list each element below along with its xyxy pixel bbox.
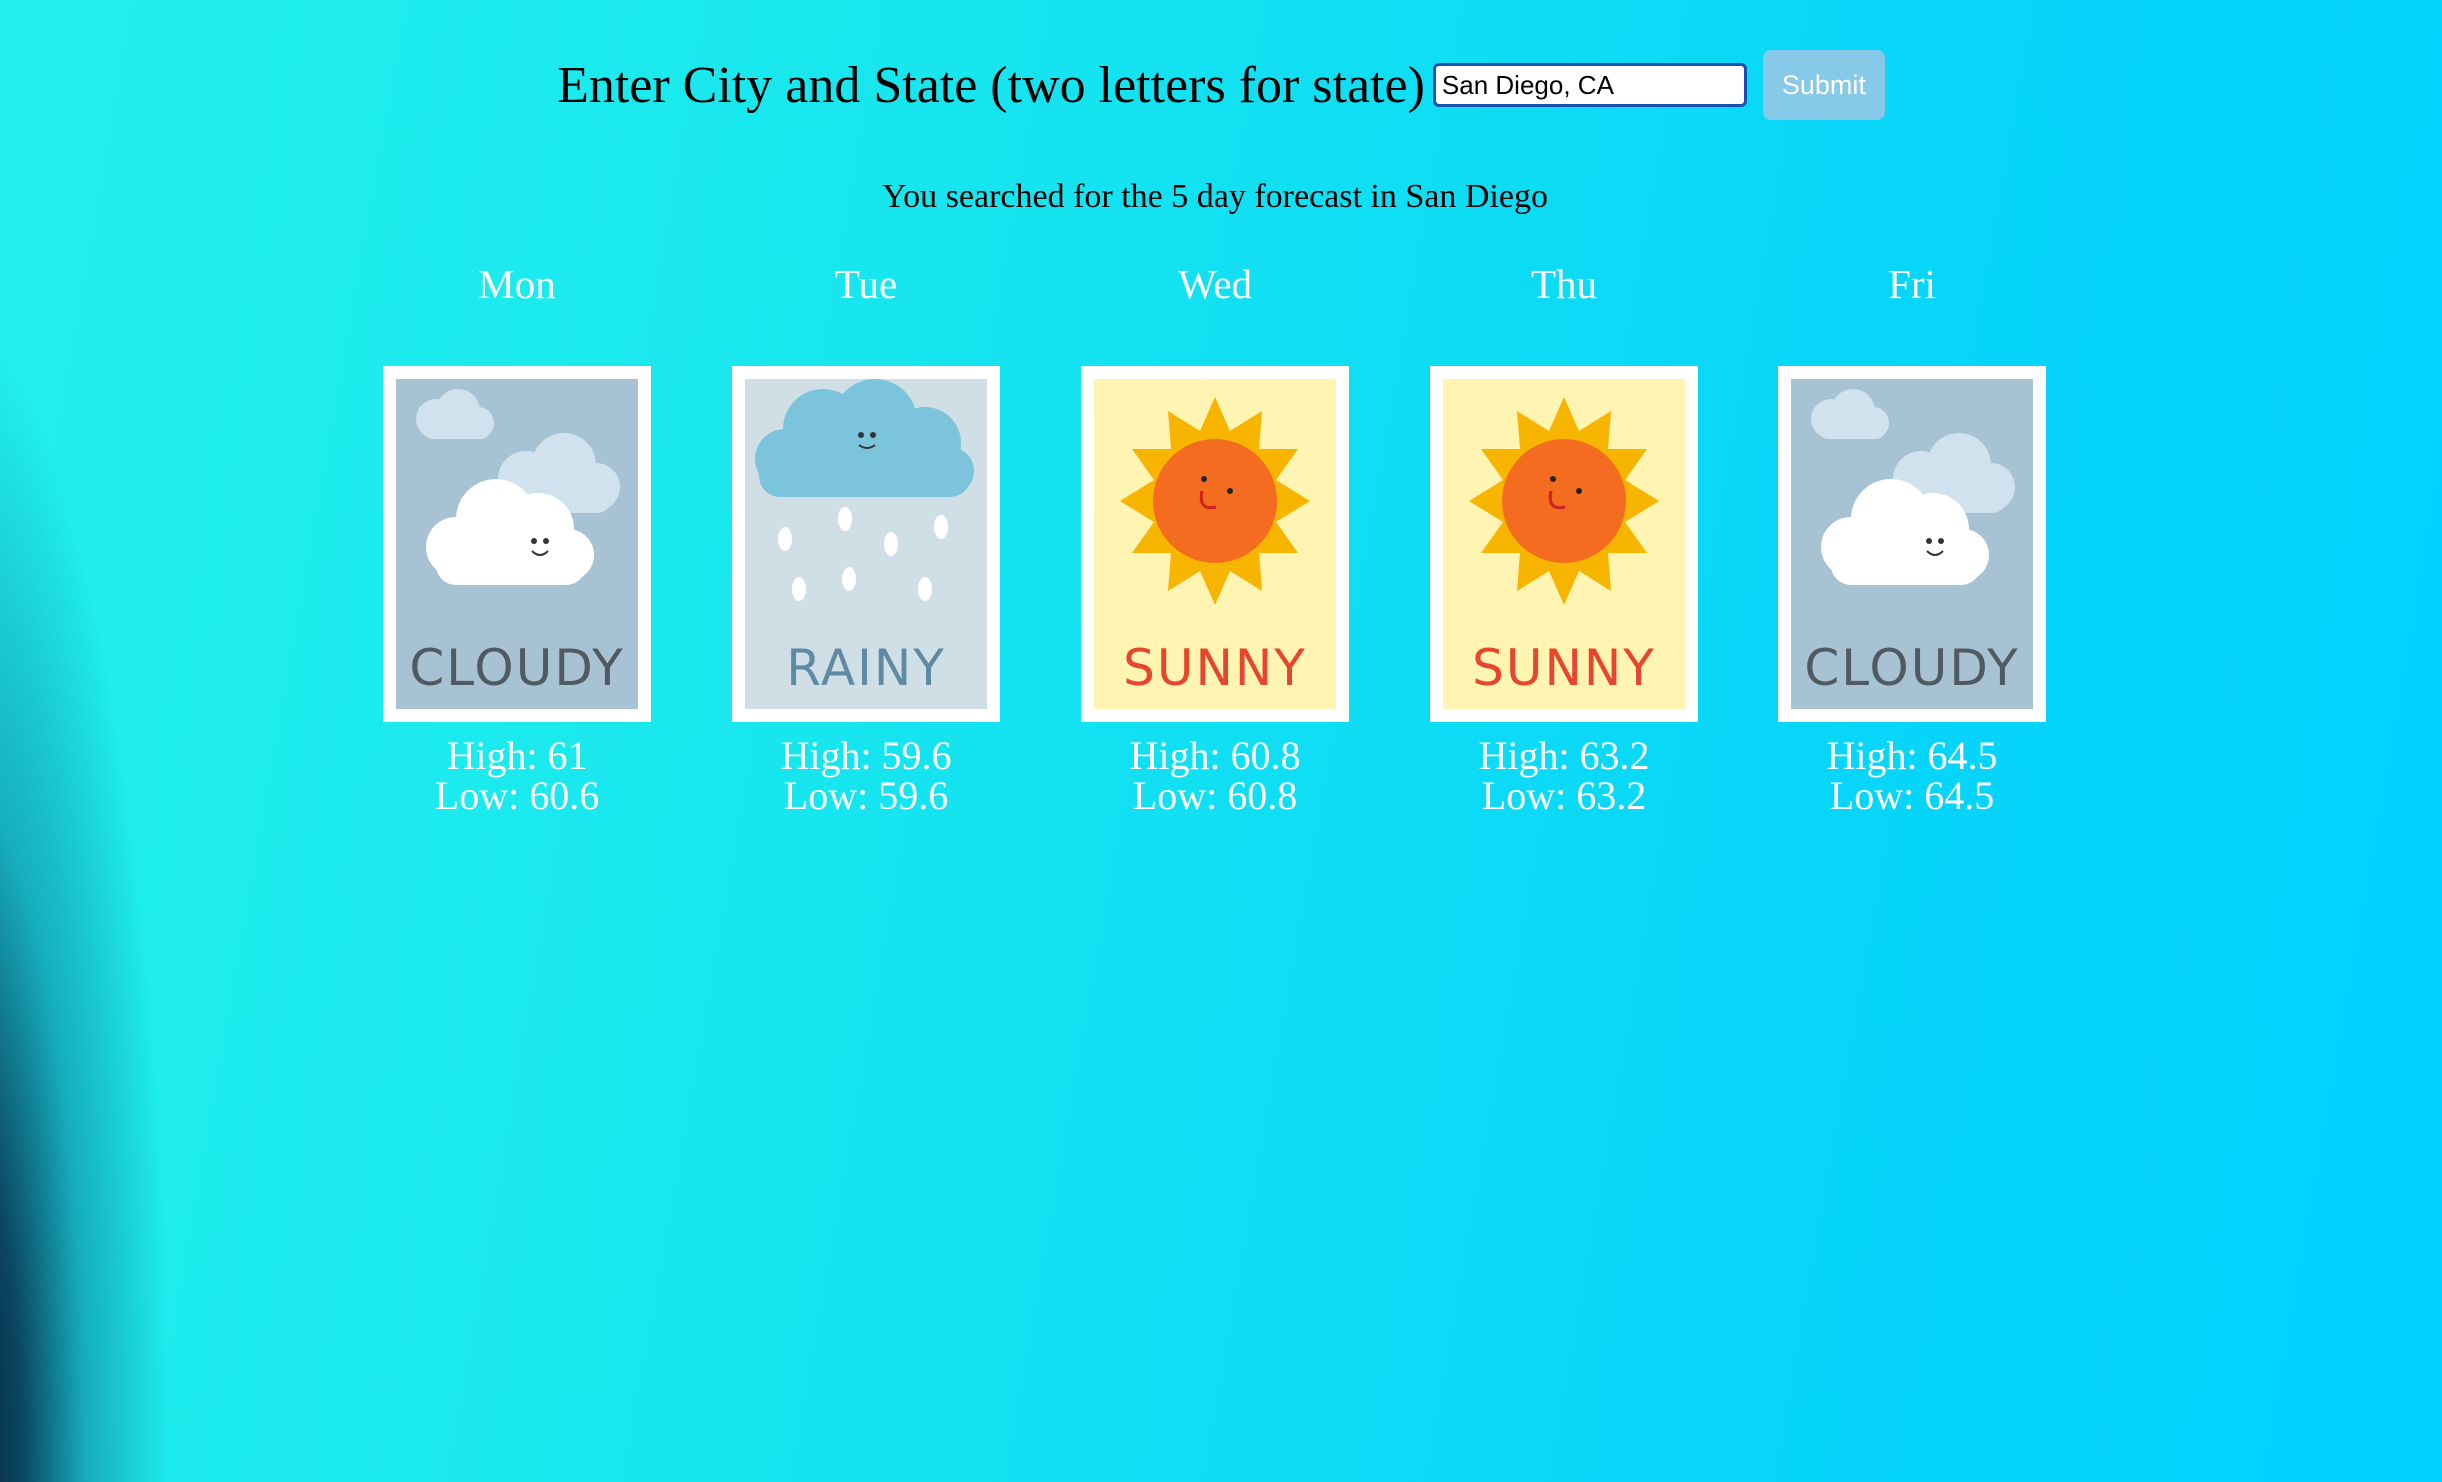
high-temp: High: 59.6 <box>780 733 952 778</box>
day-name: Fri <box>1888 261 1936 307</box>
submit-button[interactable]: Submit <box>1762 50 1885 120</box>
weather-card: SUNNY <box>1430 366 1698 722</box>
cloudy-icon: CLOUDY <box>396 379 638 709</box>
high-temp: High: 63.2 <box>1478 733 1650 778</box>
rainy-icon: RAINY <box>745 379 987 709</box>
forecast-day-thu: Thu SUNNY High: 63.2 Low: 63.2 <box>1430 256 1698 816</box>
card-label: SUNNY <box>1123 639 1307 697</box>
forecast-day-tue: Tue RAINY High: 59.6 Low: 59.6 <box>732 256 1000 816</box>
low-temp: Low: 60.6 <box>434 773 600 818</box>
day-name: Wed <box>1177 261 1253 307</box>
low-temp: Low: 64.5 <box>1829 773 1995 818</box>
day-name: Tue <box>834 261 898 307</box>
weather-card: CLOUDY <box>1778 366 2046 722</box>
forecast-day-fri: Fri CLOUDY High: 64.5 Low: 64.5 <box>1778 256 2046 816</box>
search-prompt: Enter City and State (two letters for st… <box>557 56 1425 114</box>
day-name: Thu <box>1530 261 1598 307</box>
card-label: SUNNY <box>1472 639 1656 697</box>
sunny-icon: SUNNY <box>1443 379 1685 709</box>
cloudy-icon: CLOUDY <box>1791 379 2033 709</box>
forecast-day-mon: Mon CLOUDY High: 61 Low: 60.6 <box>383 256 651 816</box>
sunny-icon: SUNNY <box>1094 379 1336 709</box>
search-form: Enter City and State (two letters for st… <box>0 50 2442 120</box>
card-label: RAINY <box>786 639 946 697</box>
low-temp: Low: 63.2 <box>1481 773 1647 818</box>
weather-card: SUNNY <box>1081 366 1349 722</box>
search-result-text: You searched for the 5 day forecast in S… <box>882 178 1548 215</box>
card-label: CLOUDY <box>409 639 625 697</box>
city-state-input[interactable] <box>1432 63 1747 107</box>
low-temp: Low: 60.8 <box>1132 773 1298 818</box>
weather-card: RAINY <box>732 366 1000 722</box>
high-temp: High: 64.5 <box>1826 733 1998 778</box>
high-temp: High: 60.8 <box>1129 733 1301 778</box>
low-temp: Low: 59.6 <box>783 773 949 818</box>
day-name: Mon <box>478 261 556 307</box>
forecast-day-wed: Wed SUNNY High: 60.8 Low: 60.8 <box>1081 256 1349 816</box>
card-label: CLOUDY <box>1804 639 2020 697</box>
weather-card: CLOUDY <box>383 366 651 722</box>
high-temp: High: 61 <box>446 733 588 778</box>
